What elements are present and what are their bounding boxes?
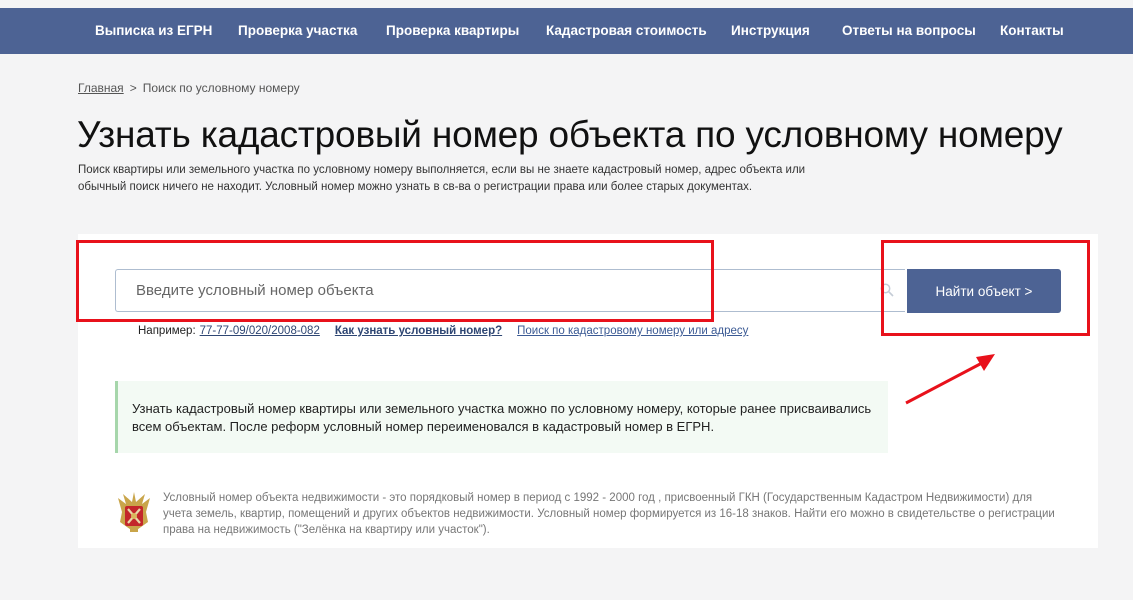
breadcrumb-separator: > <box>129 81 137 95</box>
cadastral-search-link[interactable]: Поиск по кадастровому номеру или адресу <box>517 325 748 337</box>
highlight-box-button <box>881 240 1090 336</box>
nav-item-instruction[interactable]: Инструкция <box>731 23 810 38</box>
breadcrumb-current: Поиск по условному номеру <box>142 81 300 95</box>
nav-item-apartment-check[interactable]: Проверка квартиры <box>386 23 519 38</box>
nav-item-cadastral-value[interactable]: Кадастровая стоимость <box>546 23 707 38</box>
nav-item-plot-check[interactable]: Проверка участка <box>238 23 357 38</box>
emblem-icon <box>118 492 150 532</box>
search-examples: Например: 77-77-09/020/2008-082 Как узнать… <box>138 325 748 337</box>
how-to-find-link[interactable]: Как узнать условный номер? <box>335 325 502 337</box>
breadcrumb-home-link[interactable]: Главная <box>78 81 124 95</box>
page-title: Узнать кадастровый номер объекта по усло… <box>77 114 1063 155</box>
highlight-box-input <box>76 240 714 322</box>
intro-text: Поиск квартиры или земельного участка по… <box>78 164 806 193</box>
info-notice: Узнать кадастровый номер квартиры или зе… <box>115 381 888 453</box>
nav-item-contacts[interactable]: Контакты <box>1000 23 1064 38</box>
footnote-text: Условный номер объекта недвижимости - эт… <box>163 492 1055 536</box>
nav-item-faq[interactable]: Ответы на вопросы <box>842 23 976 38</box>
highlight-arrow-icon <box>905 354 995 405</box>
nav-item-egrn-extract[interactable]: Выписка из ЕГРН <box>95 23 212 38</box>
breadcrumb: Главная > Поиск по условному номеру <box>78 81 300 95</box>
examples-prefix: Например: <box>138 325 196 337</box>
example-number-link[interactable]: 77-77-09/020/2008-082 <box>200 325 320 337</box>
top-navigation: Выписка из ЕГРН Проверка участка Проверк… <box>0 8 1133 54</box>
